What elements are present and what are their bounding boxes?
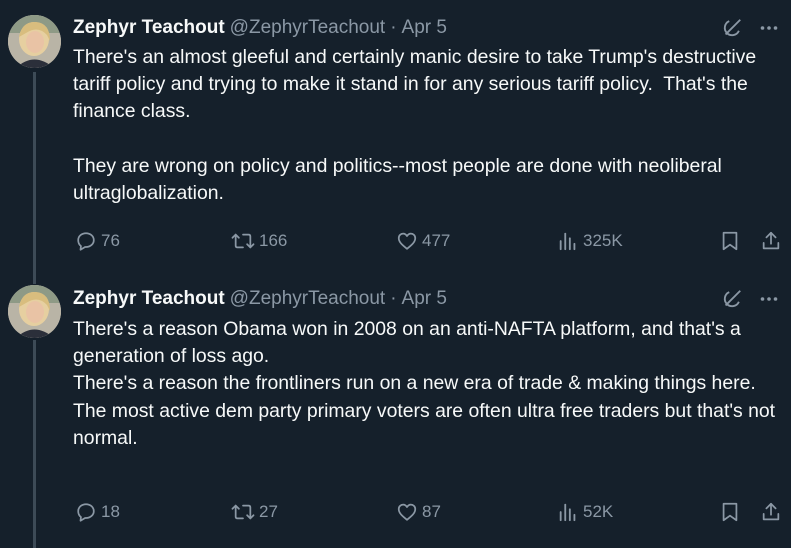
bookmark-icon — [719, 230, 741, 252]
views-button[interactable]: 52K — [557, 500, 613, 524]
grok-icon[interactable] — [721, 288, 743, 310]
heart-icon — [396, 230, 418, 252]
repost-button[interactable]: 166 — [231, 229, 287, 253]
reply-icon — [75, 501, 97, 523]
action-bar: 18 27 87 52K — [73, 500, 781, 524]
tweet-header: Zephyr Teachout @ZephyrTeachout · Apr 5 — [73, 16, 779, 40]
views-button[interactable]: 325K — [557, 229, 623, 253]
bookmark-button[interactable] — [719, 229, 741, 253]
reply-icon — [75, 230, 97, 252]
tweet[interactable]: Zephyr Teachout @ZephyrTeachout · Apr 5 … — [0, 0, 791, 284]
bookmark-icon — [719, 501, 741, 523]
like-count: 477 — [422, 231, 451, 250]
tweet-paragraph: There's a reason the frontliners run on … — [73, 372, 756, 395]
tweet-header: Zephyr Teachout @ZephyrTeachout · Apr 5 — [73, 287, 779, 311]
share-icon — [760, 501, 782, 523]
views-count: 52K — [583, 502, 614, 521]
repost-count: 166 — [259, 231, 288, 250]
like-button[interactable]: 477 — [396, 229, 450, 253]
repost-button[interactable]: 27 — [231, 500, 278, 524]
separator: · — [390, 288, 397, 309]
tweet-paragraph: They are wrong on policy and politics--m… — [73, 154, 728, 204]
tweet-paragraph: There's a reason Obama won in 2008 on an… — [73, 318, 747, 368]
like-count: 87 — [422, 502, 441, 521]
repost-icon — [231, 501, 255, 523]
tweet-date[interactable]: Apr 5 — [402, 17, 447, 39]
reply-count: 18 — [101, 502, 120, 521]
tweet-paragraph: There's an almost gleeful and certainly … — [73, 46, 762, 123]
reply-count: 76 — [101, 231, 120, 250]
action-bar: 76 166 477 325K — [73, 229, 781, 253]
views-icon — [557, 230, 579, 252]
more-icon[interactable] — [759, 18, 779, 38]
author-name[interactable]: Zephyr Teachout — [73, 288, 225, 310]
tweet-text: There's a reason Obama won in 2008 on an… — [73, 316, 777, 452]
author-name[interactable]: Zephyr Teachout — [73, 17, 225, 39]
separator: · — [390, 17, 397, 38]
author-handle[interactable]: @ZephyrTeachout — [230, 17, 386, 39]
tweet-text: There's an almost gleeful and certainly … — [73, 44, 777, 207]
tweet-date[interactable]: Apr 5 — [402, 288, 447, 310]
thread-line — [33, 72, 36, 284]
views-icon — [557, 501, 579, 523]
tweet-paragraph: The most active dem party primary voters… — [73, 399, 781, 449]
more-icon[interactable] — [759, 289, 779, 309]
heart-icon — [396, 501, 418, 523]
reply-button[interactable]: 18 — [75, 500, 120, 524]
avatar[interactable] — [8, 285, 61, 338]
share-button[interactable] — [760, 229, 782, 253]
bookmark-button[interactable] — [719, 500, 741, 524]
thread-line — [33, 340, 36, 548]
repost-count: 27 — [259, 502, 278, 521]
tweet[interactable]: Zephyr Teachout @ZephyrTeachout · Apr 5 … — [0, 272, 791, 548]
repost-icon — [231, 230, 255, 252]
share-icon — [760, 230, 782, 252]
avatar[interactable] — [8, 15, 61, 68]
author-handle[interactable]: @ZephyrTeachout — [230, 288, 386, 310]
reply-button[interactable]: 76 — [75, 229, 120, 253]
grok-icon[interactable] — [721, 17, 743, 39]
like-button[interactable]: 87 — [396, 500, 441, 524]
views-count: 325K — [583, 231, 623, 250]
share-button[interactable] — [760, 500, 782, 524]
